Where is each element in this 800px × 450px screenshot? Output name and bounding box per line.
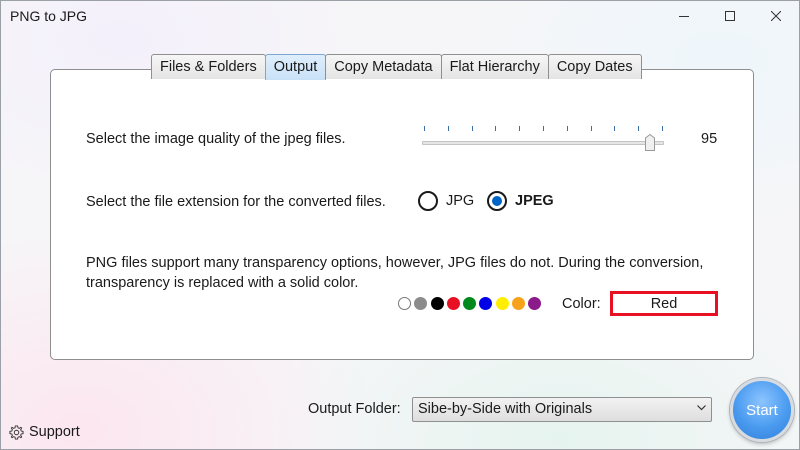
swatch-white[interactable] [398,297,411,310]
swatch-green[interactable] [463,297,477,310]
start-label: Start [746,401,778,419]
radio-jpg[interactable]: JPG [418,191,474,211]
maximize-button[interactable] [707,1,753,31]
tab-strip: Files & Folders Output Copy Metadata Fla… [151,54,642,80]
slider-tick [590,126,592,131]
slider-tick [614,126,616,131]
transparency-description-line1: PNG files support many transparency opti… [86,255,704,271]
radio-circle [487,191,507,211]
transparency-description-line2: transparency is replaced with a solid co… [86,275,359,291]
maximize-icon [725,11,735,21]
slider-tick [662,126,663,131]
tab-copy-metadata[interactable]: Copy Metadata [325,54,442,79]
slider-thumb[interactable] [645,134,656,151]
tab-output[interactable]: Output [264,54,327,80]
title-bar: PNG to JPG [1,1,799,31]
slider-track [422,141,664,145]
slider-tick [566,126,568,131]
gear-icon [9,424,24,440]
swatch-red[interactable] [446,297,460,310]
minimize-icon [679,16,689,17]
close-icon [771,11,781,21]
slider-tick [447,126,449,131]
swatch-orange[interactable] [512,297,526,310]
radio-jpeg[interactable]: JPEG [487,191,554,211]
output-folder-value: Sibe-by-Side with Originals [418,401,593,417]
radio-jpeg-label: JPEG [515,193,554,209]
swatch-blue[interactable] [479,297,493,310]
slider-tick [424,126,425,131]
slider-tick [638,126,640,131]
quality-value: 95 [701,131,718,147]
slider-tick [495,126,497,131]
chevron-down-icon [697,405,706,411]
tab-copy-dates[interactable]: Copy Dates [547,54,642,79]
window-title: PNG to JPG [10,8,88,24]
selected-color-box[interactable]: Red [610,291,718,316]
tab-files-folders[interactable]: Files & Folders [151,54,266,79]
quality-label: Select the image quality of the jpeg fil… [86,131,346,147]
support-link[interactable]: Support [9,424,80,440]
color-label: Color: [562,296,601,312]
swatch-purple[interactable] [528,297,542,310]
swatch-yellow[interactable] [495,297,509,310]
swatch-black[interactable] [430,297,444,310]
output-folder-label: Output Folder: [308,401,401,417]
support-label: Support [29,424,80,440]
extension-label: Select the file extension for the conver… [86,194,386,210]
close-button[interactable] [753,1,799,31]
quality-slider[interactable] [422,121,664,151]
slider-tick [519,126,521,131]
color-swatches [398,297,545,310]
tab-flat-hierarchy[interactable]: Flat Hierarchy [440,54,549,79]
output-folder-select[interactable]: Sibe-by-Side with Originals [412,397,712,422]
swatch-gray[interactable] [414,297,428,310]
radio-circle [418,191,438,211]
slider-tick [543,126,544,131]
radio-jpg-label: JPG [446,193,475,209]
start-button[interactable]: Start [730,378,794,442]
output-panel [50,69,754,360]
slider-tick [471,126,473,131]
minimize-button[interactable] [661,1,707,31]
